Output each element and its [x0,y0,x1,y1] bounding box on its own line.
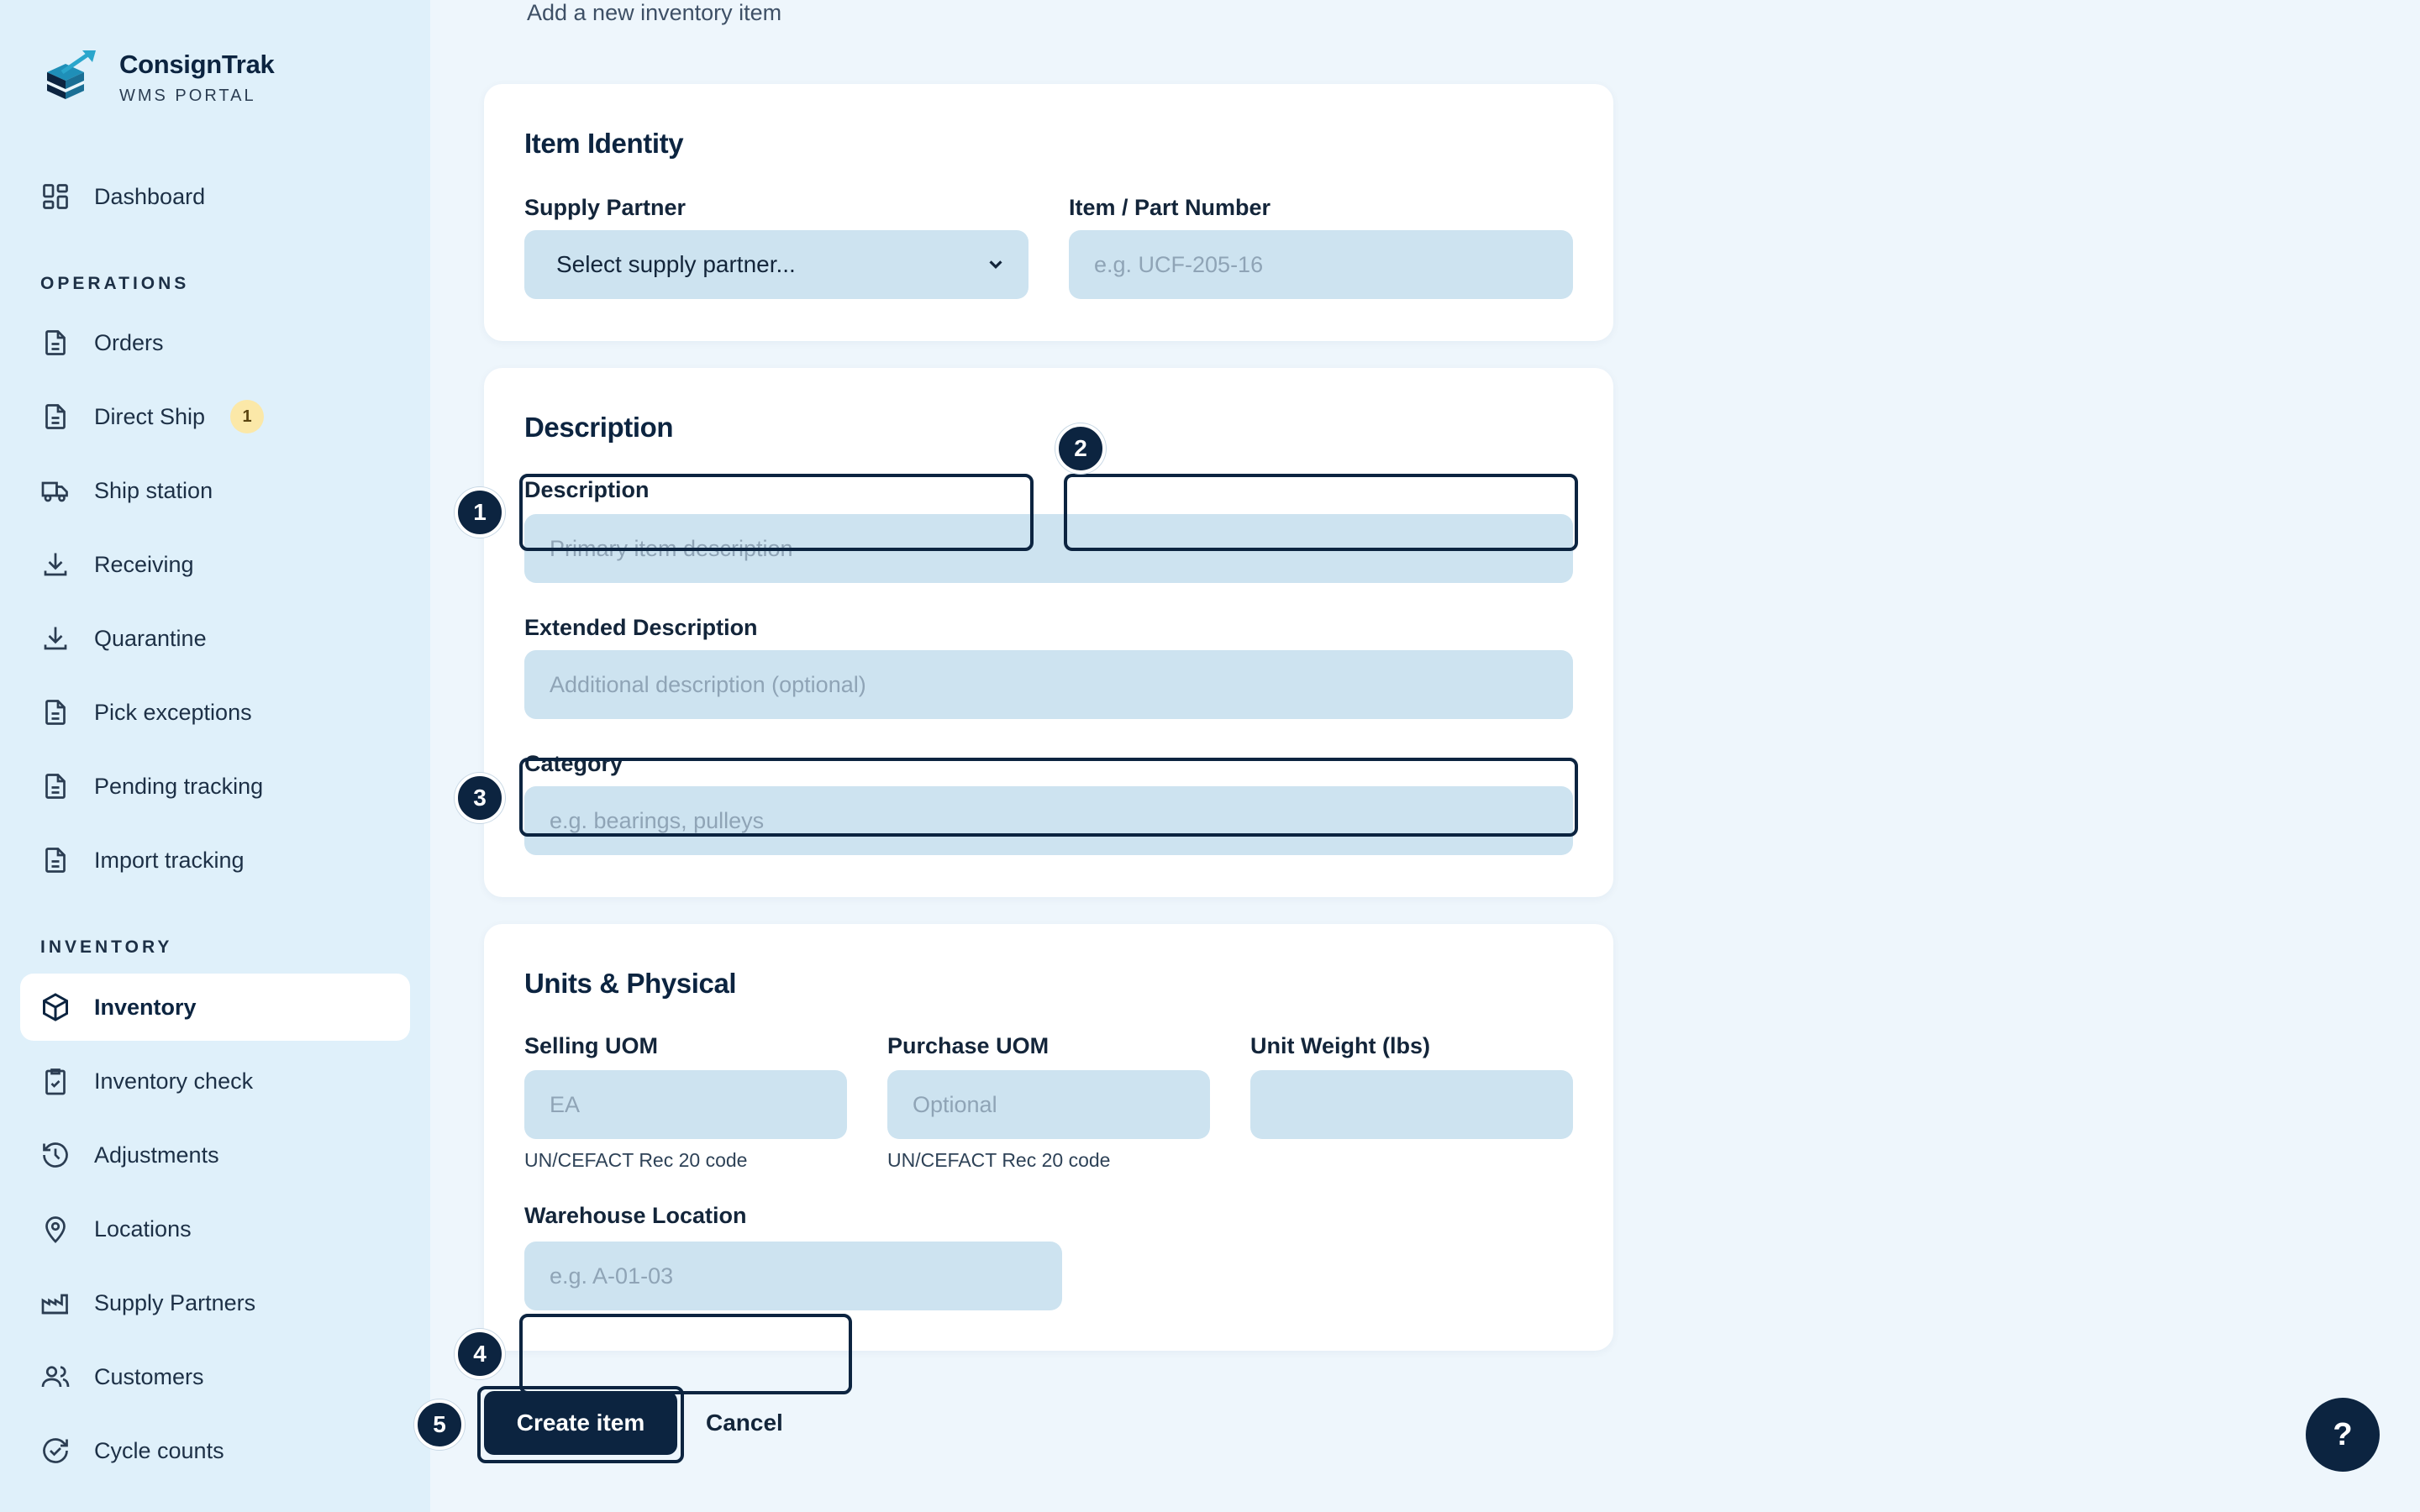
count-badge: 1 [230,400,265,433]
truck-icon [20,457,94,524]
marker-3: 3 [455,773,505,823]
history-icon [20,1121,94,1189]
item-identity-card: Item Identity Supply Partner Select supp… [484,84,1613,341]
marker-2: 2 [1055,423,1106,474]
download-icon [20,531,94,598]
document-icon [20,383,94,450]
warehouse-location-input[interactable] [524,1242,1062,1310]
sidebar-item-pending-tracking[interactable]: Pending tracking [20,753,410,820]
extended-description-label: Extended Description [524,615,758,640]
card-title: Units & Physical [524,968,737,999]
supply-partner-select[interactable]: Select supply partner... [524,230,1028,299]
brand[interactable]: ConsignTrak WMS PORTAL [40,47,275,108]
marker-5: 5 [414,1399,465,1450]
sidebar-item-cycle-counts[interactable]: Cycle counts [20,1417,410,1484]
sidebar-item-label: Locations [94,1215,192,1242]
document-icon [20,753,94,820]
part-number-label: Item / Part Number [1069,195,1271,220]
users-icon [20,1343,94,1410]
sidebar-item-label: Inventory [94,994,197,1020]
extended-description-input[interactable] [524,650,1573,719]
grid-icon [20,163,94,230]
sidebar-item-inventory-check[interactable]: Inventory check [20,1047,410,1115]
sidebar-item-label: Orders [94,329,164,355]
select-value: Select supply partner... [556,251,796,277]
selling-uom-hint: UN/CEFACT Rec 20 code [524,1149,748,1171]
document-icon [20,679,94,746]
marker-4: 4 [455,1329,505,1379]
chevron-down-icon [989,260,1002,270]
sidebar-item-label: Pick exceptions [94,699,252,725]
supply-partner-label: Supply Partner [524,195,687,220]
sidebar-item-label: Cycle counts [94,1437,224,1463]
map-pin-icon [20,1195,94,1263]
purchase-uom-hint: UN/CEFACT Rec 20 code [887,1149,1111,1171]
sidebar-item-label: Supply Partners [94,1289,256,1315]
sidebar-item-label: Import tracking [94,847,245,873]
sidebar-item-import-tracking[interactable]: Import tracking [20,827,410,894]
brand-name: ConsignTrak [119,49,275,79]
document-icon [20,309,94,376]
marker-1: 1 [455,487,505,538]
section-heading-operations: OPERATIONS [40,274,190,293]
warehouse-location-label: Warehouse Location [524,1203,747,1228]
card-title: Description [524,412,674,443]
sidebar-item-label: Quarantine [94,625,207,651]
clipboard-check-icon [20,1047,94,1115]
document-icon [20,827,94,894]
highlight-box-4 [519,1314,852,1394]
sidebar-item-supply-partners[interactable]: Supply Partners [20,1269,410,1336]
unit-weight-input[interactable] [1250,1070,1573,1139]
sidebar-item-label: Dashboard [94,183,206,209]
page-subtitle: Add a new inventory item [527,0,782,25]
section-heading-inventory: INVENTORY [40,937,173,957]
sidebar-item-dashboard[interactable]: Dashboard [20,163,410,230]
highlight-box-3 [519,758,1578,837]
highlight-box-1 [519,474,1034,551]
sidebar-item-pick-exceptions[interactable]: Pick exceptions [20,679,410,746]
part-number-input[interactable] [1069,230,1573,299]
sidebar-item-label: Ship station [94,477,213,503]
create-item-button[interactable]: Create item [484,1391,677,1455]
sidebar-item-orders[interactable]: Orders [20,309,410,376]
sidebar-item-label: Customers [94,1363,204,1389]
sidebar-item-adjustments[interactable]: Adjustments [20,1121,410,1189]
sidebar-item-label: Inventory check [94,1068,254,1094]
sidebar-item-receiving[interactable]: Receiving [20,531,410,598]
sidebar-item-label: Pending tracking [94,773,264,799]
sidebar-item-quarantine[interactable]: Quarantine [20,605,410,672]
selling-uom-label: Selling UOM [524,1033,659,1058]
brand-subtitle: WMS PORTAL [119,86,256,105]
box-icon [20,974,94,1041]
sidebar: ConsignTrak WMS PORTAL Dashboard OPERATI… [0,0,430,1512]
help-button[interactable]: ? [2306,1398,2380,1472]
download-icon [20,605,94,672]
selling-uom-input[interactable] [524,1070,847,1139]
units-physical-card: Units & Physical Selling UOM UN/CEFACT R… [484,924,1613,1351]
sidebar-item-ship-station[interactable]: Ship station [20,457,410,524]
refresh-check-icon [20,1417,94,1484]
highlight-box-2 [1064,474,1578,551]
sidebar-item-label: Receiving [94,551,194,577]
sidebar-item-customers[interactable]: Customers [20,1343,410,1410]
sidebar-item-locations[interactable]: Locations [20,1195,410,1263]
sidebar-item-inventory[interactable]: Inventory [20,974,410,1041]
sidebar-item-label: Direct Ship [94,403,206,429]
cancel-button[interactable]: Cancel [706,1391,783,1455]
card-title: Item Identity [524,128,684,159]
unit-weight-label: Unit Weight (lbs) [1250,1033,1430,1058]
sidebar-item-label: Adjustments [94,1142,219,1168]
purchase-uom-label: Purchase UOM [887,1033,1050,1058]
purchase-uom-input[interactable] [887,1070,1210,1139]
sidebar-item-direct-ship[interactable]: Direct Ship 1 [20,383,410,450]
factory-icon [20,1269,94,1336]
consigntrak-logo-icon [47,50,96,99]
